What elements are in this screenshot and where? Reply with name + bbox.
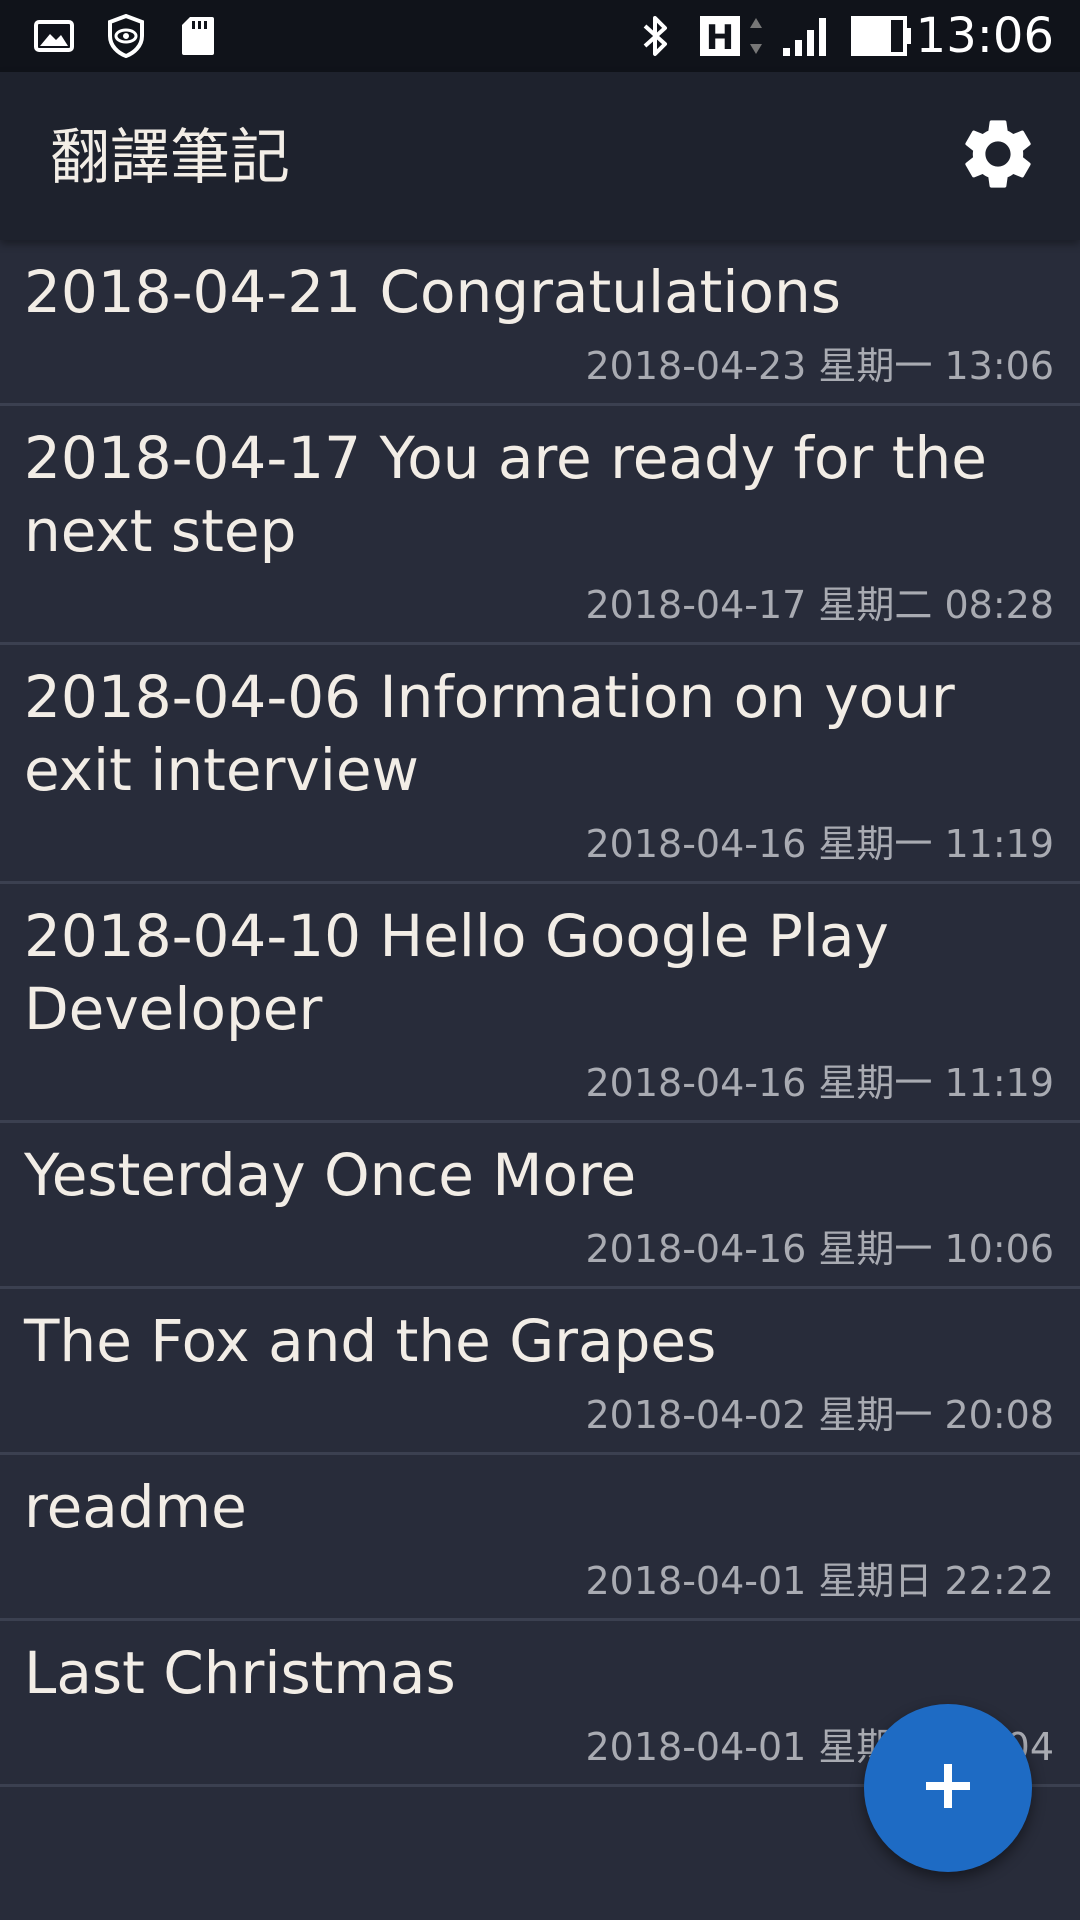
plus-icon xyxy=(920,1758,976,1818)
image-icon xyxy=(32,14,76,58)
note-date: 2018-04-01 星期日 22:22 xyxy=(585,1559,1054,1603)
note-date: 2018-04-17 星期二 08:28 xyxy=(585,583,1054,627)
app-bar: 翻譯筆記 xyxy=(0,72,1080,240)
list-item[interactable]: 2018-04-06 Information on your exit inte… xyxy=(0,645,1080,884)
bluetooth-icon xyxy=(636,14,676,58)
note-date: 2018-04-23 星期一 13:06 xyxy=(585,344,1054,388)
note-date: 2018-04-16 星期一 11:19 xyxy=(585,822,1054,866)
eye-shield-icon xyxy=(104,14,148,58)
list-item[interactable]: 2018-04-21 Congratulations 2018-04-23 星期… xyxy=(0,240,1080,406)
note-title: 2018-04-10 Hello Google Play Developer xyxy=(24,902,889,1043)
note-title: The Fox and the Grapes xyxy=(24,1307,717,1375)
status-time: 13:06 xyxy=(915,8,1054,64)
status-bar: H 13:06 xyxy=(0,0,1080,72)
list-item[interactable]: Yesterday Once More 2018-04-16 星期一 10:06 xyxy=(0,1123,1080,1289)
note-title: readme xyxy=(24,1473,247,1541)
note-title: Last Christmas xyxy=(24,1639,456,1707)
list-item[interactable]: The Fox and the Grapes 2018-04-02 星期一 20… xyxy=(0,1289,1080,1455)
notes-list[interactable]: 2018-04-21 Congratulations 2018-04-23 星期… xyxy=(0,240,1080,1920)
svg-text:H: H xyxy=(706,18,734,58)
note-date: 2018-04-02 星期一 20:08 xyxy=(585,1393,1054,1437)
list-item[interactable]: 2018-04-10 Hello Google Play Developer 2… xyxy=(0,884,1080,1123)
add-note-button[interactable] xyxy=(864,1704,1032,1872)
settings-button[interactable] xyxy=(952,110,1044,202)
note-title: 2018-04-06 Information on your exit inte… xyxy=(24,663,955,804)
gear-icon xyxy=(956,112,1040,200)
sd-card-icon xyxy=(176,14,220,58)
battery-icon xyxy=(850,14,914,58)
signal-icon xyxy=(780,14,836,58)
list-item[interactable]: readme 2018-04-01 星期日 22:22 xyxy=(0,1455,1080,1621)
note-date: 2018-04-16 星期一 10:06 xyxy=(585,1227,1054,1271)
page-title: 翻譯筆記 xyxy=(50,123,290,193)
note-title: Yesterday Once More xyxy=(24,1141,637,1209)
note-title: 2018-04-21 Congratulations xyxy=(24,258,841,326)
note-date: 2018-04-16 星期一 11:19 xyxy=(585,1061,1054,1105)
list-item[interactable]: 2018-04-17 You are ready for the next st… xyxy=(0,406,1080,645)
note-title: 2018-04-17 You are ready for the next st… xyxy=(24,424,987,565)
network-h-icon: H xyxy=(698,14,770,58)
